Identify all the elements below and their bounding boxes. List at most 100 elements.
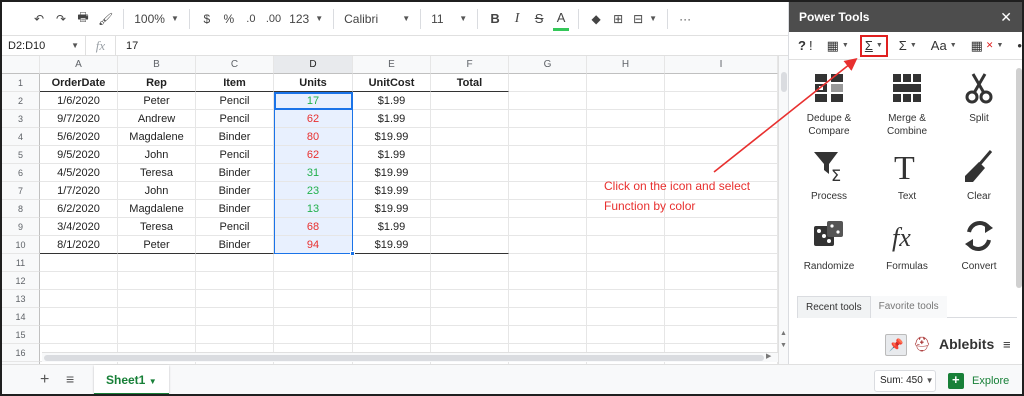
grid-cell[interactable]: Peter [118,92,196,110]
text-case-button[interactable]: Aa ▼ [928,35,960,57]
grid-cell[interactable]: Teresa [118,218,196,236]
increase-decimal-button[interactable]: .00 [262,7,285,31]
currency-button[interactable]: $ [196,7,218,31]
grid-cell[interactable]: $19.99 [353,164,431,182]
row-number[interactable]: 16 [2,344,40,362]
grid-cell[interactable]: 5/6/2020 [40,128,118,146]
tool-text[interactable]: T Text [871,148,943,203]
grid-cell[interactable] [509,146,587,164]
grid-cell[interactable] [431,236,509,254]
grid-cell[interactable] [431,326,509,344]
row-number[interactable]: 9 [2,218,40,236]
grid-cell[interactable]: 1/7/2020 [40,182,118,200]
grid-cell[interactable]: 80 [274,128,353,146]
grid-cell[interactable] [509,218,587,236]
grid-cell[interactable] [40,326,118,344]
grid-cell[interactable] [665,128,778,146]
grid-cell[interactable]: Andrew [118,110,196,128]
explore-button[interactable]: Explore [948,370,1009,392]
decrease-decimal-button[interactable]: .0 [240,7,262,31]
grid-cell[interactable]: 31 [274,164,353,182]
sum-tools-button[interactable]: Σ ▼ [896,35,920,57]
sheet-tab[interactable]: Sheet1 ▼ [94,365,169,394]
grid-cell[interactable] [40,272,118,290]
grid-cell[interactable] [118,326,196,344]
grid-cell[interactable]: Teresa [118,164,196,182]
column-header[interactable]: F [431,56,509,74]
formula-input[interactable]: 17 [116,40,138,52]
grid-cell[interactable] [274,308,353,326]
grid-cell[interactable] [509,326,587,344]
row-number[interactable]: 13 [2,290,40,308]
grid-cell[interactable] [196,254,274,272]
scroll-thumb[interactable] [44,355,764,361]
grid-cell[interactable]: $1.99 [353,110,431,128]
grid-cell[interactable] [353,308,431,326]
grid-cell[interactable] [665,254,778,272]
column-title[interactable]: UnitCost [353,74,431,92]
grid-cell[interactable] [118,272,196,290]
grid-cell[interactable] [196,308,274,326]
grid-cell[interactable] [353,290,431,308]
tool-scissors[interactable]: Split [943,70,1015,125]
grid-cell[interactable] [509,272,587,290]
grid-cell[interactable] [509,110,587,128]
tab-recent-tools[interactable]: Recent tools [797,296,871,318]
row-number[interactable]: 2 [2,92,40,110]
row-number[interactable]: 5 [2,146,40,164]
menu-icon[interactable]: ≡ [1003,337,1011,352]
print-icon[interactable]: 🖶 [72,7,94,31]
grid-cell[interactable]: Magdalene [118,200,196,218]
grid-cell[interactable] [587,326,665,344]
grid-cell[interactable]: $19.99 [353,182,431,200]
row-number[interactable]: 1 [2,74,40,92]
zoom-select[interactable]: 100% ▼ [130,7,183,31]
grid-cell[interactable] [665,218,778,236]
more-formats-select[interactable]: 123 ▼ [285,7,327,31]
grid-cell[interactable]: Binder [196,128,274,146]
grid-cell[interactable] [509,92,587,110]
grid-cell[interactable] [509,236,587,254]
grid-cell[interactable] [509,200,587,218]
grid-cell[interactable] [196,272,274,290]
help-icon[interactable]: ⛑ [913,336,931,353]
grid-cell[interactable] [431,308,509,326]
grid-cell[interactable]: Binder [196,236,274,254]
grid-cell[interactable] [509,164,587,182]
row-number[interactable]: 11 [2,254,40,272]
grid-cell[interactable]: 3/4/2020 [40,218,118,236]
grid-cell[interactable] [431,254,509,272]
redo-icon[interactable]: ↷ [50,7,72,31]
grid-cell[interactable]: 9/5/2020 [40,146,118,164]
grid-cell[interactable]: 1/6/2020 [40,92,118,110]
grid-cell[interactable] [665,326,778,344]
row-number[interactable]: 10 [2,236,40,254]
row-number[interactable]: 3 [2,110,40,128]
grid-cell[interactable]: 62 [274,146,353,164]
grid-cell[interactable] [587,110,665,128]
grid-cell[interactable] [353,326,431,344]
tool-process[interactable]: Σ Process [793,148,865,203]
grid-cell[interactable] [665,146,778,164]
grid-cell[interactable] [431,200,509,218]
grid-cell[interactable]: 13 [274,200,353,218]
grid-cell[interactable] [587,146,665,164]
grid-cell[interactable] [509,254,587,272]
italic-button[interactable]: I [506,7,528,31]
grid-cell[interactable] [587,92,665,110]
column-title[interactable]: Rep [118,74,196,92]
grid-cell[interactable] [587,272,665,290]
grid-cell[interactable]: $19.99 [353,200,431,218]
grid-cell[interactable] [665,74,778,92]
grid-cell[interactable]: Pencil [196,92,274,110]
grid-cell[interactable] [118,290,196,308]
grid-cell[interactable]: $1.99 [353,146,431,164]
fill-color-icon[interactable]: ◆ [585,7,607,31]
grid-cell[interactable] [587,290,665,308]
select-all-corner[interactable] [2,56,40,74]
pin-icon[interactable]: 📌 [885,334,907,356]
grid-cell[interactable] [587,308,665,326]
column-title[interactable]: OrderDate [40,74,118,92]
row-number[interactable]: 6 [2,164,40,182]
grid-cell[interactable]: $1.99 [353,218,431,236]
